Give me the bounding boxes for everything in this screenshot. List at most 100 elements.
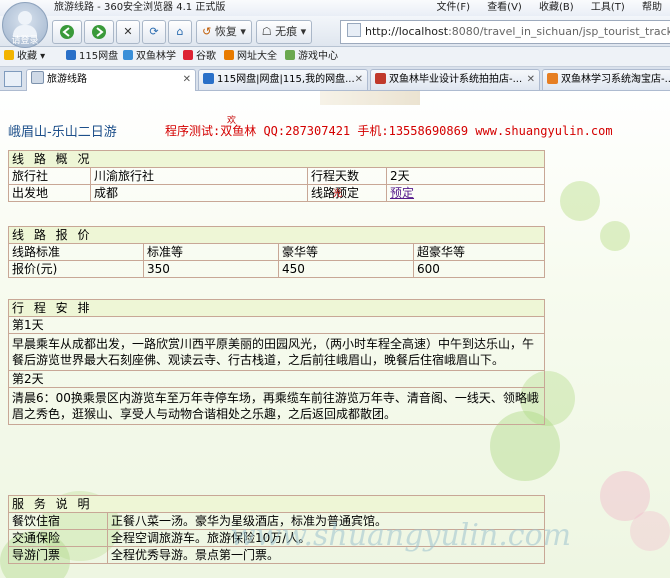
pricing-header: 超豪华等 <box>413 243 545 261</box>
url-host: http://localhost <box>365 25 449 38</box>
agency-value: 川渝旅行社 <box>90 167 308 185</box>
tab-overview-button[interactable] <box>4 71 22 87</box>
navigation-toolbar: ✕ ⟳ ⌂ ↺ 恢复 ▾ ☖ 无痕 ▾ http://localhost:808… <box>0 16 670 47</box>
fav-item-google[interactable]: 谷歌 <box>183 47 216 66</box>
tab-bar: 旅游线路 ✕ 115网盘|网盘|115,我的网盘... ✕ 双鱼林毕业设计系统拍… <box>0 67 670 91</box>
fav-item-label: 115网盘 <box>79 51 119 62</box>
favorites-menu[interactable]: 收藏 ▾ <box>4 47 45 66</box>
day1-description: 早晨乘车从成都出发，一路欣赏川西平原美丽的田园风光，（两小时车程全高速）中午到达… <box>8 333 545 371</box>
fav-item-hao[interactable]: 网址大全 <box>224 47 277 66</box>
pricing-header: 标准等 <box>143 243 279 261</box>
incognito-button[interactable]: ☖ 无痕 ▾ <box>256 20 312 44</box>
heart-decoration <box>630 511 670 551</box>
booking-label: 线路预定 <box>307 184 387 202</box>
price-row-label: 报价(元) <box>8 260 144 278</box>
menu-favorites[interactable]: 收藏(B) <box>539 2 574 13</box>
fav-item-label: 双鱼林学 <box>136 51 176 62</box>
pricing-heading: 线 路 报 价 <box>8 226 545 244</box>
stop-button[interactable]: ✕ <box>116 20 140 44</box>
site-icon <box>375 73 386 84</box>
fav-item-shuangyulin[interactable]: 双鱼林学 <box>123 47 176 66</box>
pricing-table: 线 路 报 价 线路标准 标准等 豪华等 超豪华等 报价(元) 350 450 … <box>8 226 545 278</box>
refresh-button[interactable]: ⟳ <box>142 20 166 44</box>
price-super-deluxe: 600 <box>413 260 545 278</box>
close-icon[interactable]: ✕ <box>183 70 191 90</box>
restore-button[interactable]: ↺ 恢复 ▾ <box>196 20 252 44</box>
login-label: 请登录 <box>11 36 39 46</box>
overview-heading: 线 路 概 况 <box>8 150 545 168</box>
menu-tools[interactable]: 工具(T) <box>591 2 625 13</box>
banner-strip <box>320 91 420 105</box>
title-bar: 旅游线路 - 360安全浏览器 4.1 正式版 文件(F) 查看(V) 收藏(B… <box>0 0 670 16</box>
favorites-label: 收藏 <box>17 51 37 62</box>
game-icon <box>285 50 295 60</box>
day2-description: 清晨6：00换乘景区内游览车至万年寺停车场，再乘缆车前往游览万年寺、清音阁、一线… <box>8 387 545 425</box>
itinerary-table: 行 程 安 排 第1天 早晨乘车从成都出发，一路欣赏川西平原美丽的田园风光，（两… <box>8 299 545 425</box>
price-deluxe: 450 <box>278 260 414 278</box>
price-standard: 350 <box>143 260 279 278</box>
overview-table: 线 路 概 况 旅行社 川渝旅行社 行程天数 2天 出发地 成都 线路预定 预定 <box>8 150 545 202</box>
restore-icon: ↺ <box>202 25 212 38</box>
tab-tourist-route[interactable]: 旅游线路 ✕ <box>26 69 196 91</box>
close-icon[interactable]: ✕ <box>527 70 535 90</box>
clover-decoration <box>560 181 600 221</box>
pricing-header: 线路标准 <box>8 243 144 261</box>
window-title: 旅游线路 - 360安全浏览器 4.1 正式版 <box>54 2 226 13</box>
address-bar[interactable]: http://localhost:8080/travel_in_sichuan/… <box>340 20 670 44</box>
forward-button[interactable] <box>84 20 114 44</box>
agency-label: 旅行社 <box>8 167 91 185</box>
chevron-down-icon: ▾ <box>300 25 307 38</box>
page-title: 峨眉山-乐山二日游 <box>8 125 117 140</box>
favorites-bar: 收藏 ▾ 115网盘 双鱼林学 谷歌 网址大全 游戏中心 <box>0 47 670 67</box>
menu-view[interactable]: 查看(V) <box>487 2 522 13</box>
url-path: :8080/travel_in_sichuan/jsp_tourist_trac… <box>448 25 670 38</box>
fav-item-label: 游戏中心 <box>298 51 338 62</box>
days-value: 2天 <box>386 167 545 185</box>
service-heading: 服 务 说 明 <box>8 495 545 513</box>
tab-label: 双鱼林学习系统淘宝店-... <box>561 74 670 85</box>
close-icon[interactable]: ✕ <box>355 70 363 90</box>
incognito-label: 无痕 <box>275 25 298 38</box>
forward-arrow-icon <box>92 25 106 39</box>
itinerary-heading: 行 程 安 排 <box>8 299 545 317</box>
site-icon <box>547 73 558 84</box>
google-icon <box>183 50 193 60</box>
page-content: 峨眉山-乐山二日游 欢 程序测试:双鱼林 QQ:287307421 手机:135… <box>0 91 670 578</box>
back-button[interactable] <box>52 20 82 44</box>
site-icon <box>203 73 214 84</box>
restore-label: 恢复 <box>214 25 237 38</box>
user-avatar[interactable]: 请登录 <box>2 2 48 48</box>
service-label: 餐饮住宿 <box>8 512 108 530</box>
tab-label: 双鱼林毕业设计系统拍拍店-... <box>389 74 523 85</box>
page-icon <box>347 23 361 37</box>
incognito-icon: ☖ <box>261 25 272 38</box>
tab-label: 115网盘|网盘|115,我的网盘... <box>217 74 355 85</box>
service-label: 交通保险 <box>8 529 108 547</box>
menu-file[interactable]: 文件(F) <box>436 2 470 13</box>
menu-help[interactable]: 帮助 <box>642 2 662 13</box>
day2-label: 第2天 <box>8 370 545 388</box>
back-arrow-icon <box>60 25 74 39</box>
site-icon <box>224 50 234 60</box>
home-button[interactable]: ⌂ <box>168 20 192 44</box>
fav-item-games[interactable]: 游戏中心 <box>285 47 338 66</box>
fav-item-115[interactable]: 115网盘 <box>66 47 118 66</box>
watermark: www.shuangyulin.com <box>230 518 572 553</box>
site-icon <box>66 50 76 60</box>
avatar-head-icon <box>18 11 32 25</box>
tab-115[interactable]: 115网盘|网盘|115,我的网盘... ✕ <box>198 69 368 90</box>
day1-label: 第1天 <box>8 316 545 334</box>
menu-bar: 文件(F) 查看(V) 收藏(B) 工具(T) 帮助 <box>422 0 662 16</box>
fav-item-label: 网址大全 <box>237 51 277 62</box>
refresh-icon: ⟳ <box>149 25 159 38</box>
tab-label: 旅游线路 <box>47 74 87 85</box>
tab-taobao[interactable]: 双鱼林学习系统淘宝店-... <box>542 69 670 90</box>
star-icon <box>4 50 14 60</box>
booking-link[interactable]: 预定 <box>390 186 414 200</box>
clover-decoration <box>600 221 630 251</box>
decor-char: 光 <box>333 189 343 199</box>
tab-paipai[interactable]: 双鱼林毕业设计系统拍拍店-... ✕ <box>370 69 540 90</box>
fav-item-label: 谷歌 <box>196 51 216 62</box>
page-icon <box>31 71 44 84</box>
days-label: 行程天数 <box>307 167 387 185</box>
